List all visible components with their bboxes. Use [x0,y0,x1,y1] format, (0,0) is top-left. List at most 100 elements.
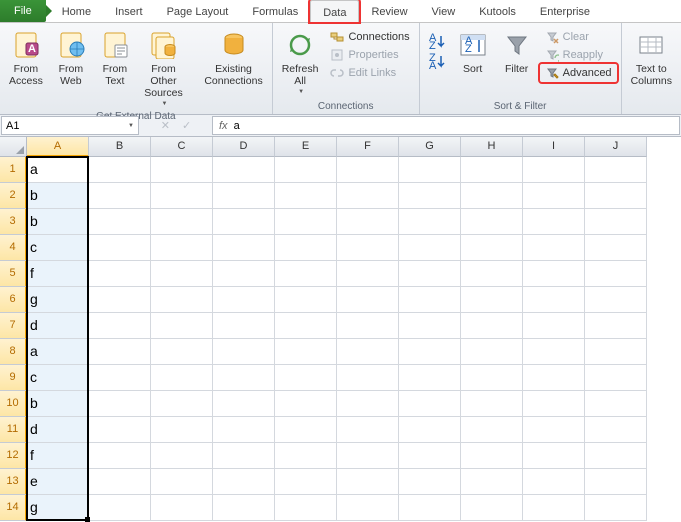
cell[interactable] [523,183,585,209]
cell[interactable] [337,287,399,313]
cell[interactable] [585,391,647,417]
sort-button[interactable]: AZ Sort [452,26,494,78]
cell[interactable] [213,313,275,339]
name-box[interactable]: A1 ▼ [1,116,139,135]
connections-button[interactable]: Connections [325,28,414,46]
cell[interactable] [151,313,213,339]
formula-bar[interactable]: fx a [212,116,680,135]
cell[interactable] [275,183,337,209]
sort-desc-button[interactable]: ZA [424,52,450,72]
cell[interactable] [151,391,213,417]
cell[interactable] [213,183,275,209]
cell[interactable] [275,365,337,391]
cell[interactable]: c [27,235,89,261]
row-header[interactable]: 6 [0,287,27,313]
column-header[interactable]: E [275,137,337,157]
tab-insert[interactable]: Insert [103,0,155,22]
cell[interactable] [399,495,461,521]
row-header[interactable]: 11 [0,417,27,443]
cell[interactable] [461,261,523,287]
cell[interactable] [275,443,337,469]
cell[interactable] [585,235,647,261]
cell[interactable] [275,157,337,183]
column-header[interactable]: H [461,137,523,157]
refresh-all-button[interactable]: Refresh All ▼ [277,26,324,98]
cell[interactable] [461,339,523,365]
cell[interactable]: d [27,417,89,443]
cell[interactable] [399,469,461,495]
cell[interactable] [399,235,461,261]
cell[interactable] [461,183,523,209]
row-header[interactable]: 3 [0,209,27,235]
cell[interactable] [523,339,585,365]
cell[interactable] [151,261,213,287]
cell[interactable] [585,469,647,495]
row-header[interactable]: 9 [0,365,27,391]
cell[interactable] [585,183,647,209]
cell[interactable] [151,469,213,495]
cell[interactable] [275,391,337,417]
cell[interactable] [275,261,337,287]
cell[interactable]: a [27,339,89,365]
cell[interactable] [461,365,523,391]
cell[interactable] [523,443,585,469]
cell[interactable] [337,209,399,235]
cell[interactable]: b [27,209,89,235]
cell[interactable] [275,417,337,443]
filter-button[interactable]: Filter [496,26,538,78]
tab-view[interactable]: View [420,0,468,22]
sort-asc-button[interactable]: AZ [424,32,450,52]
cell[interactable] [213,469,275,495]
select-all-corner[interactable] [0,137,27,157]
cell[interactable] [337,313,399,339]
tab-kutools[interactable]: Kutools [467,0,528,22]
cell[interactable]: b [27,391,89,417]
cell[interactable] [151,339,213,365]
fx-icon[interactable]: fx [219,120,228,132]
cell[interactable] [461,391,523,417]
tab-home[interactable]: Home [50,0,103,22]
cell[interactable] [585,365,647,391]
cell[interactable]: g [27,287,89,313]
cell[interactable] [399,417,461,443]
cell[interactable] [213,391,275,417]
cell[interactable] [585,313,647,339]
row-header[interactable]: 4 [0,235,27,261]
cell[interactable] [89,391,151,417]
cell[interactable] [585,417,647,443]
cell[interactable] [399,313,461,339]
cell[interactable] [213,235,275,261]
cell[interactable] [461,417,523,443]
cell[interactable] [461,287,523,313]
cell[interactable] [461,313,523,339]
cell[interactable] [89,287,151,313]
cell[interactable] [523,209,585,235]
cell[interactable] [275,209,337,235]
cell[interactable] [151,235,213,261]
cell[interactable] [89,313,151,339]
cell[interactable]: d [27,313,89,339]
cell[interactable] [275,339,337,365]
cell[interactable] [89,443,151,469]
cell[interactable] [89,209,151,235]
cell[interactable] [151,209,213,235]
cell[interactable] [213,417,275,443]
cell[interactable] [151,495,213,521]
cell[interactable] [151,157,213,183]
cell[interactable] [275,495,337,521]
tab-data[interactable]: Data [310,0,359,22]
cell[interactable] [461,495,523,521]
cell[interactable]: f [27,261,89,287]
cell[interactable] [337,443,399,469]
cell[interactable] [523,495,585,521]
cell[interactable] [585,443,647,469]
cell[interactable] [213,495,275,521]
from-other-sources-button[interactable]: From Other Sources ▼ [138,26,189,110]
cell[interactable] [89,261,151,287]
cell[interactable] [585,339,647,365]
tab-page-layout[interactable]: Page Layout [155,0,241,22]
column-header[interactable]: C [151,137,213,157]
cell[interactable] [213,287,275,313]
cell[interactable] [461,469,523,495]
cell[interactable] [151,183,213,209]
